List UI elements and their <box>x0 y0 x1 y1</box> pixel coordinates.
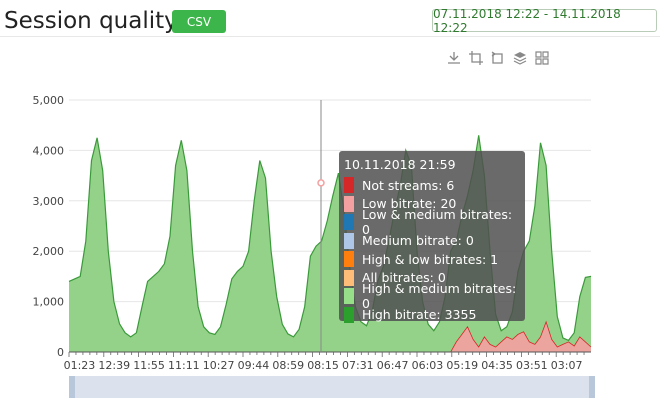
x-tick-label: 01:23 <box>64 359 96 372</box>
x-tick-label: 04:35 <box>481 359 513 372</box>
legend-swatch <box>344 195 354 212</box>
tooltip-label: Medium bitrate: 0 <box>362 233 474 249</box>
x-tick-label: 11:55 <box>133 359 165 372</box>
scroll-handle-right[interactable] <box>589 376 595 398</box>
x-tick-label: 10:27 <box>203 359 235 372</box>
x-tick-label: 06:47 <box>377 359 409 372</box>
y-tick-label: 5,000 <box>33 94 65 107</box>
legend-swatch <box>344 288 354 305</box>
x-tick-label: 07:31 <box>342 359 374 372</box>
chart-scrollbar[interactable] <box>69 376 595 398</box>
y-tick-label: 2,000 <box>33 245 65 258</box>
legend-swatch <box>344 177 354 194</box>
y-tick-label: 4,000 <box>33 144 65 157</box>
tooltip-row: Not streams: 6 <box>344 176 520 195</box>
tooltip-row: Low & medium bitrates: 0 <box>344 207 520 237</box>
legend-swatch <box>344 251 354 268</box>
x-tick-label: 09:44 <box>238 359 270 372</box>
legend-swatch <box>344 214 354 231</box>
scroll-handle-left[interactable] <box>69 376 75 398</box>
x-tick-label: 05:19 <box>446 359 478 372</box>
y-tick-label: 0 <box>57 346 64 359</box>
y-tick-label: 1,000 <box>33 296 65 309</box>
grid-icon[interactable] <box>534 50 550 66</box>
tooltip-label: High bitrate: 3355 <box>362 307 477 323</box>
tooltip-row: High & low bitrates: 1 <box>344 250 520 269</box>
y-tick-label: 3,000 <box>33 195 65 208</box>
chart-toolbar <box>446 50 550 66</box>
tooltip-row: High & medium bitrates: 0 <box>344 281 520 311</box>
tooltip-label: Not streams: 6 <box>362 177 455 193</box>
csv-button[interactable]: CSV <box>172 10 226 33</box>
x-tick-label: 03:51 <box>516 359 548 372</box>
x-tick-label: 03:07 <box>551 359 583 372</box>
x-tick-label: 08:59 <box>272 359 304 372</box>
legend-swatch <box>344 269 354 286</box>
rotate-icon[interactable] <box>490 50 506 66</box>
legend-swatch <box>344 232 354 249</box>
crosshair-marker <box>317 179 325 187</box>
x-tick-label: 06:03 <box>412 359 444 372</box>
date-range-picker[interactable]: 07.11.2018 12:22 - 14.11.2018 12:22 <box>432 7 657 35</box>
chart-tooltip: 10.11.2018 21:59 Not streams: 6 Low bitra… <box>339 151 525 323</box>
page-title: Session quality <box>4 8 178 34</box>
crop-icon[interactable] <box>468 50 484 66</box>
x-tick-label: 12:39 <box>98 359 130 372</box>
x-tick-label: 08:15 <box>307 359 339 372</box>
tooltip-label: High & low bitrates: 1 <box>362 251 499 267</box>
tooltip-date: 10.11.2018 21:59 <box>344 157 456 172</box>
legend-swatch <box>344 306 354 323</box>
session-quality-chart[interactable]: 0 1,000 2,000 3,000 4,000 5,000 01:23 12:39 11:5… <box>0 88 664 378</box>
x-tick-label: 11:11 <box>168 359 200 372</box>
layers-icon[interactable] <box>512 50 528 66</box>
download-icon[interactable] <box>446 50 462 66</box>
header-divider <box>0 36 660 37</box>
